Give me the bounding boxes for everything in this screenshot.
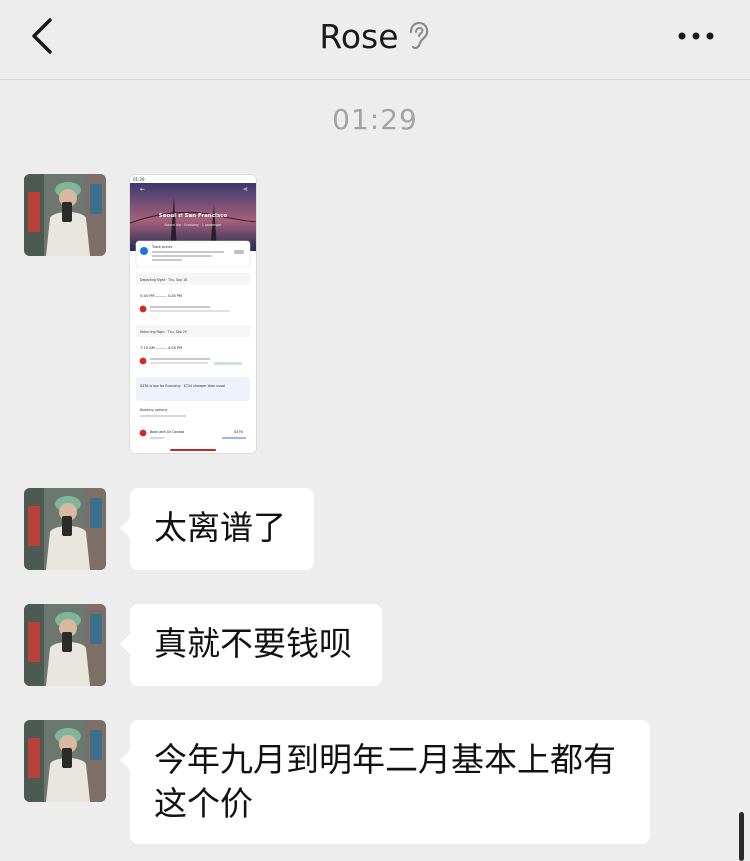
svg-text:←: ←	[140, 186, 145, 193]
price-note: $376 is low for Economy · $734 cheaper t…	[140, 384, 225, 388]
message-bubble[interactable]: 真就不要钱呗	[120, 604, 382, 686]
more-dots-icon	[678, 32, 714, 40]
ear-icon	[409, 21, 428, 50]
scrollbar[interactable]	[739, 812, 744, 861]
avatar-image	[24, 720, 106, 802]
departing-label: Departing flight · Thu, Sep 18	[140, 278, 187, 282]
book-price: $376	[234, 430, 243, 434]
returning-label: Returning flight · Thu, Sep 25	[140, 330, 187, 334]
chat-header: Rose	[0, 0, 750, 80]
avatar[interactable]	[24, 720, 106, 802]
track-prices-title: Track prices	[151, 245, 172, 249]
book-airline: Book with Air Canada	[150, 430, 184, 434]
status-time: 01:29	[133, 177, 145, 182]
message-text: 今年九月到明年二月基本上都有这个价	[154, 740, 616, 823]
booking-options-label: Booking options	[140, 408, 167, 412]
message-text: 真就不要钱呗	[154, 624, 352, 663]
trip-meta: Round trip · Economy · 1 passenger	[165, 223, 223, 227]
flight-screenshot-thumbnail: 01:29 ← ⋖ Seoul ⇄ San Francisco Round tr…	[130, 175, 256, 453]
departing-times: 5:40 PM ——— 3:28 PM	[140, 294, 182, 298]
message-timestamp: 01:29	[332, 103, 418, 136]
avatar[interactable]	[24, 488, 106, 570]
message-bubble[interactable]: 太离谱了	[120, 488, 314, 570]
chat-title-area: Rose	[0, 14, 750, 58]
message-text: 太离谱了	[154, 508, 286, 547]
avatar-image	[24, 604, 106, 686]
svg-text:⋖: ⋖	[243, 186, 248, 193]
more-options-button[interactable]	[676, 22, 716, 50]
avatar-image	[24, 488, 106, 570]
route-title: Seoul ⇄ San Francisco	[159, 213, 228, 219]
chat-title: Rose	[319, 16, 399, 56]
returning-times: 7:10 AM ——— 4:05 PM	[140, 346, 182, 350]
avatar[interactable]	[24, 604, 106, 686]
message-bubble[interactable]: 今年九月到明年二月基本上都有这个价	[120, 720, 650, 844]
avatar[interactable]	[24, 174, 106, 256]
avatar-image	[24, 174, 106, 256]
image-message[interactable]: 01:29 ← ⋖ Seoul ⇄ San Francisco Round tr…	[130, 175, 256, 453]
